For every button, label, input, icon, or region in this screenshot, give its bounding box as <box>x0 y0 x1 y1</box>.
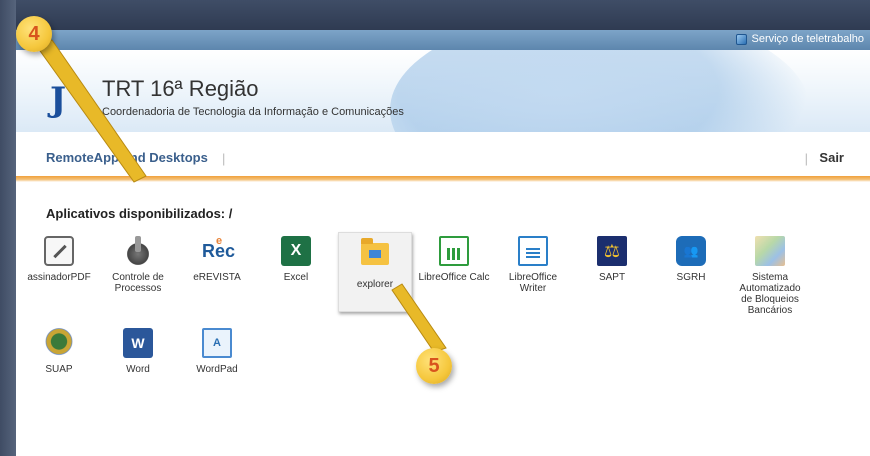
step4-arrow <box>37 39 147 183</box>
step5-arrow <box>391 283 447 353</box>
step4-marker: 4 <box>16 16 52 52</box>
step5-marker: 5 <box>416 348 452 384</box>
annotation-arrows <box>37 39 447 353</box>
